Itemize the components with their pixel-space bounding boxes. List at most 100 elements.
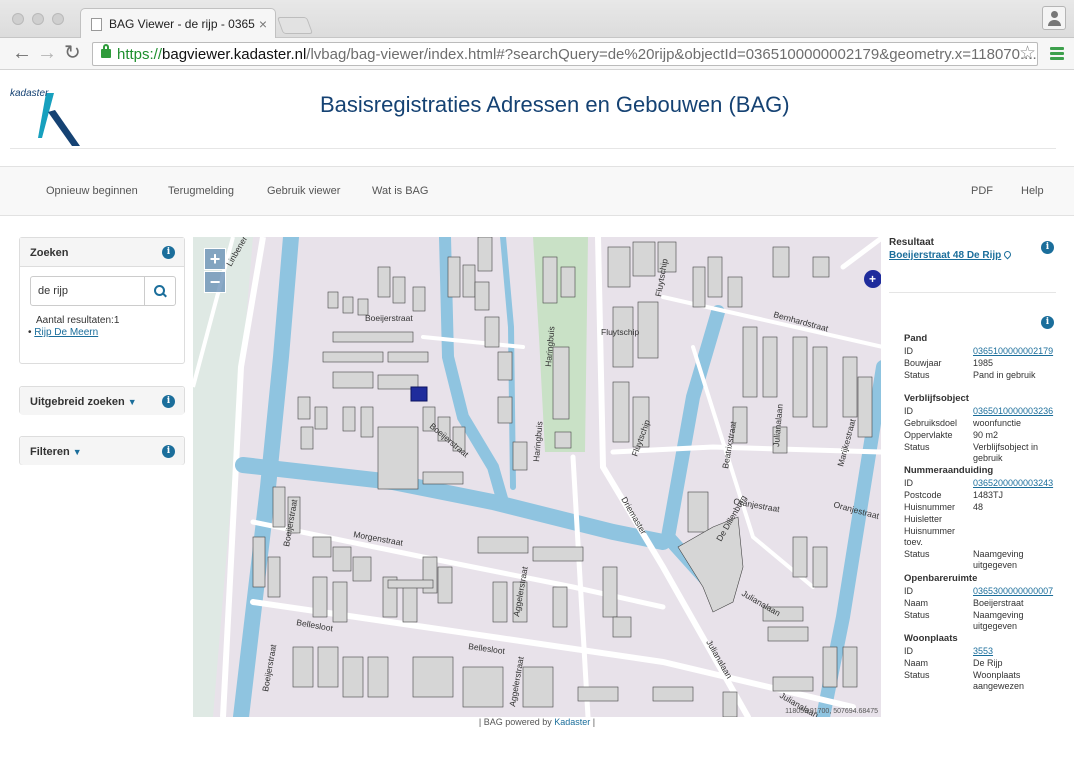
advanced-search-panel[interactable]: Uitgebreid zoeken ▼ i xyxy=(19,386,185,415)
browser-tab[interactable]: BAG Viewer - de rijp - 0365 × xyxy=(80,8,276,39)
page-title: Basisregistraties Adressen en Gebouwen (… xyxy=(320,92,790,117)
page-icon xyxy=(91,18,102,31)
footer: | BAG powered by Kadaster | xyxy=(0,717,1074,727)
search-result-link[interactable]: Rijp De Meern xyxy=(34,327,98,338)
location-pin-icon xyxy=(1002,249,1013,260)
verblijfsobject-id-link[interactable]: 0365010000003236 xyxy=(973,406,1069,417)
row-value: 48 xyxy=(973,502,984,512)
search-input[interactable] xyxy=(31,277,145,305)
street-label: Fluytschip xyxy=(601,327,640,337)
info-icon[interactable]: i xyxy=(162,395,175,408)
section-openbareruimte: Openbareruimte xyxy=(904,573,978,584)
back-arrow-icon[interactable]: ← xyxy=(12,42,32,64)
selected-building[interactable] xyxy=(410,386,428,402)
search-panel-title: Zoeken xyxy=(30,247,69,259)
section-verblijfsobject: Verblijfsobject xyxy=(904,393,969,404)
row-key: Oppervlakte xyxy=(904,430,953,440)
row-key: Status xyxy=(904,442,930,452)
row-key: Gebruiksdoel xyxy=(904,418,958,428)
minimize-window-button[interactable] xyxy=(32,13,44,25)
result-address-link[interactable]: Boeijerstraat 48 De Rijp xyxy=(889,249,1013,261)
browser-menu-icon[interactable] xyxy=(1050,47,1064,60)
nav-help[interactable]: Help xyxy=(1021,185,1044,197)
woonplaats-id-link[interactable]: 3553 xyxy=(973,646,1069,657)
url-protocol: https:// xyxy=(117,46,163,63)
new-tab-button[interactable] xyxy=(276,17,314,34)
main-navigation: Opnieuw beginnen Terugmelding Gebruik vi… xyxy=(0,166,1074,216)
row-value: Boeijerstraat xyxy=(973,598,1024,608)
row-key: Status xyxy=(904,610,930,620)
zoom-controls: + − xyxy=(204,248,226,294)
list-item: • Rijp De Meern xyxy=(28,327,99,338)
chevron-down-icon: ▼ xyxy=(127,397,137,407)
result-address: Boeijerstraat 48 De Rijp xyxy=(889,250,1002,261)
logo-text: kadaster xyxy=(10,88,49,99)
address-bar[interactable]: https://bagviewer.kadaster.nl/lvbag/bag-… xyxy=(92,42,1038,66)
reload-icon[interactable]: ↻ xyxy=(64,42,81,64)
row-value: Naamgeving uitgegeven xyxy=(973,610,1024,631)
results-count: Aantal resultaten:1 xyxy=(36,315,120,326)
row-key: Huisletter xyxy=(904,514,943,524)
nav-wat-is-bag[interactable]: Wat is BAG xyxy=(372,185,428,197)
row-key: ID xyxy=(904,586,913,596)
url-path: /lvbag/bag-viewer/index.html#?searchQuer… xyxy=(306,46,1037,63)
forward-arrow-icon[interactable]: → xyxy=(37,42,57,64)
filters-title: Filteren xyxy=(30,446,70,458)
lock-icon xyxy=(101,44,111,58)
search-panel-header: Zoeken i xyxy=(20,238,184,267)
map-canvas[interactable]: + Boeijerstraat Boeijerstraat Boeijerstr… xyxy=(193,237,881,717)
row-value: 90 m2 xyxy=(973,430,999,440)
result-divider xyxy=(889,292,1056,293)
zoom-out-button[interactable]: − xyxy=(204,271,226,293)
map-coordinates: 118059.91700, 507694.68475 xyxy=(785,708,878,715)
search-panel: Zoeken i Aantal resultaten:1 • Rijp De M… xyxy=(19,237,185,364)
row-key: Huisnummer toev. xyxy=(904,526,956,547)
user-profile-icon[interactable] xyxy=(1042,6,1066,30)
section-woonplaats: Woonplaats xyxy=(904,633,958,644)
browser-tabstrip: BAG Viewer - de rijp - 0365 × xyxy=(0,0,1074,39)
row-value: 1985 xyxy=(973,358,994,368)
close-window-button[interactable] xyxy=(12,13,24,25)
row-key: Status xyxy=(904,670,930,680)
maximize-window-button[interactable] xyxy=(52,13,64,25)
openbareruimte-id-link[interactable]: 0365300000000007 xyxy=(973,586,1069,597)
nav-gebruik-viewer[interactable]: Gebruik viewer xyxy=(267,185,340,197)
footer-suffix: | xyxy=(592,717,596,727)
row-value: Verblijfsobject in gebruik xyxy=(973,442,1039,463)
nav-terugmelding[interactable]: Terugmelding xyxy=(168,185,234,197)
footer-prefix: | BAG powered by xyxy=(478,717,552,727)
row-key: ID xyxy=(904,478,913,488)
row-key: ID xyxy=(904,406,913,416)
street-label: Boeijerstraat xyxy=(365,313,413,323)
svg-text:+: + xyxy=(869,272,876,286)
row-key: Status xyxy=(904,549,930,559)
chevron-down-icon: ▼ xyxy=(72,447,82,457)
info-icon[interactable]: i xyxy=(1041,241,1054,254)
info-icon[interactable]: i xyxy=(162,246,175,259)
search-icon[interactable] xyxy=(144,277,175,305)
row-key: Bouwjaar xyxy=(904,358,942,368)
kadaster-link[interactable]: Kadaster xyxy=(554,717,590,727)
map-viewer[interactable]: + Boeijerstraat Boeijerstraat Boeijerstr… xyxy=(193,237,881,717)
row-key: ID xyxy=(904,646,913,656)
search-box xyxy=(30,276,176,306)
advanced-search-header[interactable]: Uitgebreid zoeken ▼ i xyxy=(20,387,184,415)
browser-toolbar: ← → ↻ https://bagviewer.kadaster.nl/lvba… xyxy=(0,38,1074,70)
nav-pdf[interactable]: PDF xyxy=(971,185,993,197)
filters-header[interactable]: Filteren ▼ i xyxy=(20,437,184,465)
nav-opnieuw-beginnen[interactable]: Opnieuw beginnen xyxy=(46,185,138,197)
url-host: bagviewer.kadaster.nl xyxy=(162,46,307,63)
section-pand: Pand xyxy=(904,333,928,344)
bookmark-star-icon[interactable]: ☆ xyxy=(1019,42,1036,65)
pand-id-link[interactable]: 0365100000002179 xyxy=(973,346,1069,357)
info-icon[interactable]: i xyxy=(1041,316,1054,329)
close-tab-icon[interactable]: × xyxy=(259,16,267,32)
filters-panel[interactable]: Filteren ▼ i xyxy=(19,436,185,465)
row-key: Postcode xyxy=(904,490,942,500)
nummeraanduiding-id-link[interactable]: 0365200000003243 xyxy=(973,478,1069,489)
info-icon[interactable]: i xyxy=(162,445,175,458)
kadaster-logo[interactable]: kadaster xyxy=(8,88,88,148)
zoom-in-button[interactable]: + xyxy=(204,248,226,270)
row-value: Pand in gebruik xyxy=(973,370,1036,380)
row-value: De Rijp xyxy=(973,658,1003,668)
